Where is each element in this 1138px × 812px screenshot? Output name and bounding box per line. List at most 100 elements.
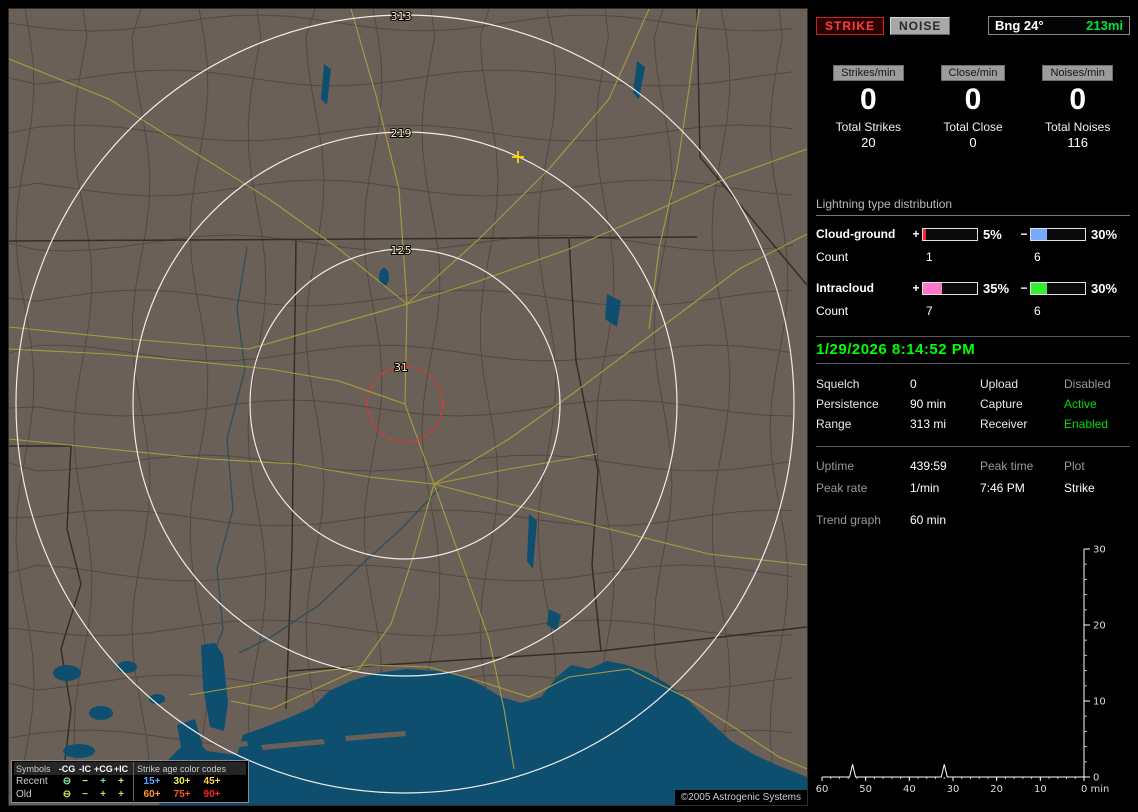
legend-recent-row: Recent ⊖ − + + 15+ 30+ 45+ — [14, 775, 246, 788]
cg-negative-bar — [1030, 227, 1086, 241]
ic-positive-count: 7 — [926, 304, 933, 318]
peak-time-value: 7:46 PM — [980, 481, 1025, 495]
persistence-value: 90 min — [910, 397, 947, 411]
noises-per-min-value: 0 — [1069, 83, 1087, 116]
strikes-per-min-value: 0 — [859, 83, 877, 116]
cg-negative-pct: 30% — [1091, 226, 1118, 242]
ic-negative-bar-fill — [1031, 282, 1048, 294]
close-per-min-label: Close/min — [940, 65, 1006, 81]
svg-text:30: 30 — [947, 784, 960, 795]
legend-row-label: Old — [16, 789, 32, 800]
total-strikes-value: 20 — [861, 135, 876, 150]
close-per-min-column: Close/min 0 Total Close 0 — [921, 65, 1026, 151]
plot-value: Strike — [1064, 481, 1095, 495]
ic-positive-pct: 35% — [983, 280, 1010, 296]
copyright-notice: ©2005 Astrogenic Systems — [674, 790, 807, 805]
legend-old-row: Old ⊖ − + + 60+ 75+ 90+ — [14, 788, 246, 801]
cg-positive-bar-fill — [923, 228, 926, 240]
plot-label: Plot — [1064, 459, 1085, 473]
minus-sign: − — [1020, 227, 1028, 241]
neg-ic-recent-icon: − — [82, 776, 88, 787]
plus-sign: + — [912, 227, 920, 241]
age-code: 60+ — [143, 789, 161, 800]
cg-positive-pct: 5% — [983, 226, 1002, 242]
total-noises-label: Total Noises — [1044, 120, 1111, 134]
squelch-label: Squelch — [816, 377, 860, 391]
bearing-distance-box: Bng 24° 213mi — [988, 16, 1130, 35]
receiver-status: Enabled — [1064, 417, 1109, 431]
section-divider — [816, 446, 1130, 447]
rate-counters: Strikes/min 0 Total Strikes 20 Close/min… — [816, 65, 1130, 151]
cg-negative-bar-fill — [1031, 228, 1048, 240]
pos-cg-recent-icon: + — [100, 776, 106, 787]
datetime-display: 1/29/2026 8:14:52 PM — [816, 336, 1130, 364]
ic-negative-bar — [1030, 281, 1086, 295]
map-legend: Symbols -CG -IC +CG +IC Strike age color… — [11, 760, 249, 803]
age-code: 90+ — [203, 789, 221, 800]
lightning-map[interactable]: 313 219 125 31 Symbols -CG -IC +CG +IC S… — [8, 8, 808, 806]
age-code: 75+ — [173, 789, 191, 800]
ic-negative-pct: 30% — [1091, 280, 1118, 296]
svg-text:20: 20 — [1093, 621, 1106, 632]
persistence-label: Persistence — [816, 397, 879, 411]
noises-per-min-label: Noises/min — [1042, 65, 1113, 81]
legend-row-label: Recent — [16, 776, 48, 787]
neg-cg-old-icon: ⊖ — [62, 789, 72, 800]
range-value: 313 mi — [910, 417, 947, 431]
cloud-ground-row: Cloud-ground + 5% − 30% — [816, 226, 1130, 242]
legend-divider — [133, 788, 134, 801]
legend-col-pos-cg: +CG — [94, 763, 113, 774]
squelch-value: 0 — [910, 377, 917, 391]
pos-cg-old-icon: + — [100, 789, 106, 800]
svg-text:60: 60 — [816, 784, 828, 795]
settings-grid: Squelch 0 Upload Disabled Persistence 90… — [816, 374, 1130, 434]
strikes-per-min-label: Strikes/min — [833, 65, 904, 81]
peak-rate-label: Peak rate — [816, 481, 868, 495]
cloud-ground-label: Cloud-ground — [816, 227, 896, 241]
svg-text:40: 40 — [903, 784, 916, 795]
total-close-value: 0 — [969, 135, 977, 150]
intracloud-label: Intracloud — [816, 281, 875, 295]
legend-col-pos-ic: +IC — [113, 763, 129, 774]
bearing-value: Bng 24° — [995, 18, 1044, 33]
stats-grid: Uptime 439:59 Peak time Plot Peak rate 1… — [816, 455, 1130, 499]
distribution-title: Lightning type distribution — [816, 197, 1130, 216]
count-label: Count — [816, 304, 849, 318]
neg-ic-old-icon: − — [82, 789, 88, 800]
trend-graph: 30 20 10 0 60 50 40 30 20 10 0 min — [816, 545, 1110, 796]
cg-positive-bar — [922, 227, 978, 241]
map-canvas[interactable]: 313 219 125 31 — [9, 9, 807, 805]
close-per-min-value: 0 — [964, 83, 982, 116]
upload-label: Upload — [980, 377, 1019, 391]
pos-ic-old-icon: + — [118, 789, 124, 800]
svg-text:10: 10 — [1034, 784, 1047, 795]
capture-status: Active — [1064, 397, 1097, 411]
app-window: 313 219 125 31 Symbols -CG -IC +CG +IC S… — [0, 0, 1138, 812]
range-ring-label: 313 — [391, 10, 412, 23]
svg-text:0 min: 0 min — [1081, 784, 1109, 795]
range-ring-label: 125 — [391, 244, 412, 257]
strike-toggle-button[interactable]: STRIKE — [816, 16, 885, 35]
trend-graph-label: Trend graph — [816, 513, 881, 527]
legend-age-title: Strike age color codes — [137, 763, 227, 774]
uptime-value: 439:59 — [910, 459, 947, 473]
cg-negative-count: 6 — [1034, 250, 1041, 264]
total-noises-value: 116 — [1067, 135, 1089, 150]
pos-ic-recent-icon: + — [118, 776, 124, 787]
legend-col-neg-ic: -IC — [79, 763, 91, 774]
noise-toggle-button[interactable]: NOISE — [890, 16, 951, 35]
peak-rate-value: 1/min — [910, 481, 940, 495]
svg-text:0: 0 — [1093, 773, 1099, 784]
legend-divider — [133, 775, 134, 788]
display-mode-bar: STRIKE NOISE Bng 24° 213mi — [816, 16, 1130, 35]
range-ring-label: 219 — [391, 127, 412, 140]
distance-value: 213mi — [1086, 18, 1123, 33]
range-ring-label: 31 — [394, 361, 408, 374]
upload-status: Disabled — [1064, 377, 1111, 391]
svg-text:20: 20 — [990, 784, 1003, 795]
age-code: 45+ — [203, 776, 221, 787]
noises-per-min-column: Noises/min 0 Total Noises 116 — [1025, 65, 1130, 151]
legend-symbols-title: Symbols — [16, 763, 51, 774]
capture-label: Capture — [980, 397, 1023, 411]
svg-text:30: 30 — [1093, 545, 1106, 556]
